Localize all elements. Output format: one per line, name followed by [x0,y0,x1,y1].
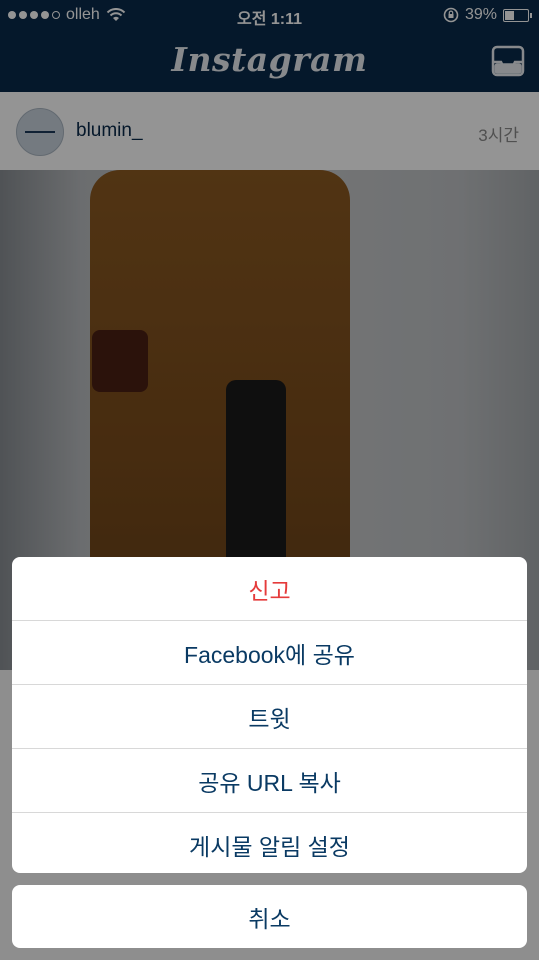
report-button[interactable]: 신고 [12,557,527,621]
photo-bag [92,330,148,392]
battery-icon [503,8,532,22]
inbox-icon[interactable] [491,45,525,77]
avatar[interactable] [16,108,64,156]
battery-percent: 39% [464,6,497,23]
post-header: blumin_ 3시간 [0,92,539,170]
copy-share-url-button[interactable]: 공유 URL 복사 [12,749,527,813]
nav-bar: Instagram [0,31,539,92]
post-notifications-button[interactable]: 게시물 알림 설정 [12,813,527,873]
cancel-button[interactable]: 취소 [12,885,527,948]
avatar-logo-mark [25,131,55,133]
action-sheet: 신고 Facebook에 공유 트윗 공유 URL 복사 게시물 알림 설정 [12,557,527,873]
share-facebook-button[interactable]: Facebook에 공유 [12,621,527,685]
instagram-logo: Instagram [171,40,368,79]
battery-level [505,10,514,20]
status-bar: olleh 오전 1:11 39% [0,0,539,31]
tweet-button[interactable]: 트윗 [12,685,527,749]
post-username[interactable]: blumin_ [76,120,143,142]
post-timestamp: 3시간 [478,126,519,145]
status-right: 39% [443,6,532,24]
orientation-lock-icon [443,7,459,23]
